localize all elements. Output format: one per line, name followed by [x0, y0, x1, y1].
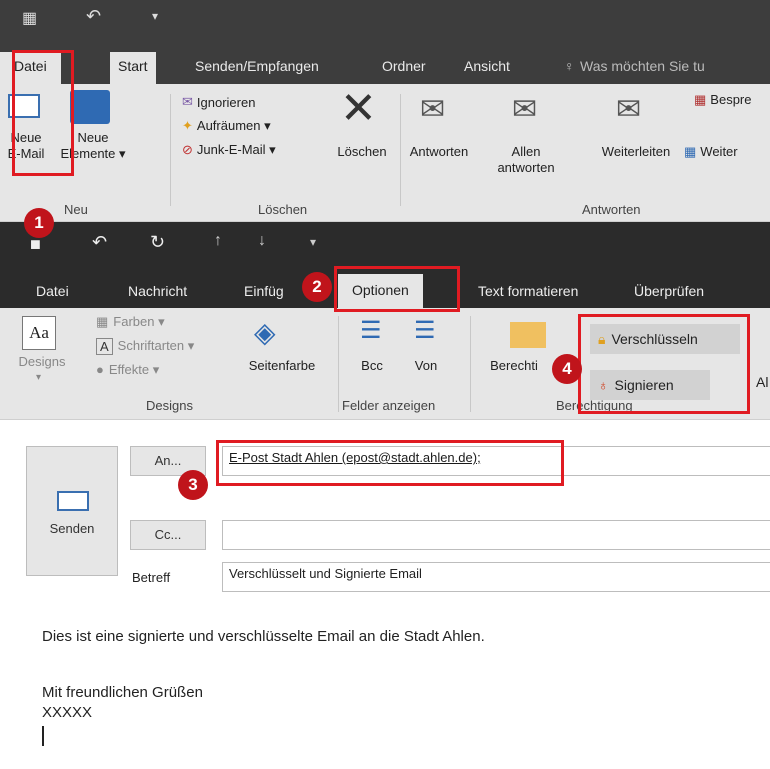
more-label: Weiter	[700, 144, 738, 159]
redo-icon[interactable]: ↻	[150, 232, 165, 253]
undo-icon[interactable]: ↶	[86, 6, 101, 27]
effects-label: Effekte ▾	[108, 362, 160, 377]
ignore-icon: ✉	[182, 94, 193, 109]
junk-button[interactable]: ⊘ Junk-E-Mail ▾	[182, 142, 276, 158]
permission-button[interactable]: Berechti	[478, 358, 550, 374]
more-icon: ▦	[684, 144, 697, 159]
designs-button[interactable]: Designs	[14, 354, 70, 370]
subject-field[interactable]: Verschlüsselt und Signierte Email	[222, 562, 770, 592]
highlight-optionen	[334, 266, 460, 312]
qat-dropdown-icon[interactable]: ▾	[310, 235, 316, 249]
reply-all-label-2: antworten	[497, 160, 555, 175]
tab-start[interactable]: Start	[110, 52, 156, 84]
from-icon[interactable]: ☰	[414, 316, 436, 345]
undo-icon[interactable]: ↶	[92, 232, 107, 253]
meeting-label: Bespre	[710, 92, 752, 107]
cc-button[interactable]: Cc...	[130, 520, 206, 550]
body-line-1[interactable]: Dies ist eine signierte und verschlüssel…	[42, 628, 485, 645]
highlight-to-field	[216, 440, 564, 486]
divider	[470, 316, 471, 412]
body-line-4[interactable]: XXXXX	[42, 704, 92, 721]
subject-label: Betreff	[132, 570, 171, 585]
highlight-new-mail	[12, 50, 74, 176]
send-button[interactable]: Senden	[26, 446, 118, 576]
junk-label: Junk-E-Mail ▾	[196, 142, 276, 157]
outer-ribbon: Neue E-Mail Neue Elemente ▾ ✉ Ignorieren…	[0, 84, 770, 222]
colors-icon: ▦	[96, 314, 109, 329]
send-icon	[57, 491, 89, 511]
highlight-security	[578, 314, 750, 414]
colors-button[interactable]: ▦ Farben ▾	[96, 314, 165, 330]
qat-dropdown-icon[interactable]: ▾	[152, 9, 158, 23]
ignore-label: Ignorieren	[196, 94, 256, 110]
cc-field[interactable]	[222, 520, 770, 550]
delete-icon[interactable]: ✕	[340, 86, 377, 132]
bcc-button[interactable]: Bcc	[350, 358, 394, 374]
callout-2: 2	[302, 272, 332, 302]
colors-label: Farben ▾	[113, 314, 165, 329]
tab-text-formatieren[interactable]: Text formatieren	[478, 283, 578, 299]
callout-1: 1	[24, 208, 54, 238]
text-cursor	[42, 726, 44, 746]
send-label: Senden	[49, 521, 95, 536]
ignore-button[interactable]: ✉ Ignorieren	[182, 94, 255, 110]
cleanup-button[interactable]: ✦ Aufräumen ▾	[182, 118, 271, 134]
page-color-icon[interactable]: ◈	[254, 316, 276, 349]
tab-ueberpruefen[interactable]: Überprüfen	[634, 283, 704, 299]
callout-4: 4	[552, 354, 582, 384]
meeting-button[interactable]: ▦ Bespre	[694, 92, 752, 108]
reply-button[interactable]: Antworten	[400, 144, 478, 160]
forward-button[interactable]: Weiterleiten	[590, 144, 682, 160]
group-label-neu: Neu	[64, 202, 88, 217]
lightbulb-icon: ♀	[564, 58, 575, 74]
up-arrow-icon[interactable]: ↑	[214, 232, 222, 250]
tab-einfuegen[interactable]: Einfüg	[244, 283, 284, 299]
new-items-icon[interactable]	[70, 90, 110, 124]
body-line-3[interactable]: Mit freundlichen Grüßen	[42, 684, 203, 701]
more-button[interactable]: ▦ Weiter	[684, 144, 738, 160]
tell-me-search[interactable]: Was möchten Sie tu	[580, 58, 705, 74]
meeting-icon: ▦	[694, 92, 707, 107]
junk-icon: ⊘	[182, 142, 193, 157]
reply-all-icon[interactable]: ✉	[512, 92, 537, 127]
designs-dropdown-icon[interactable]: ▾	[36, 372, 41, 383]
tab-ansicht[interactable]: Ansicht	[464, 58, 510, 74]
tab-ordner[interactable]: Ordner	[382, 58, 426, 74]
group-label-antworten: Antworten	[582, 202, 641, 217]
tab-senden-empfangen[interactable]: Senden/Empfangen	[195, 58, 319, 74]
cleanup-icon: ✦	[182, 118, 193, 133]
delete-button[interactable]: Löschen	[326, 144, 398, 160]
tab-nachricht[interactable]: Nachricht	[128, 283, 187, 299]
reply-all-button[interactable]: Allen antworten	[494, 144, 558, 176]
down-arrow-icon[interactable]: ↓	[258, 232, 266, 250]
designs-icon[interactable]: Aa	[22, 316, 56, 350]
cleanup-label: Aufräumen ▾	[196, 118, 271, 133]
permission-icon[interactable]	[510, 322, 546, 348]
compose-title-bar: ■ ↶ ↻ ↑ ↓ ▾	[0, 222, 770, 264]
callout-3: 3	[178, 470, 208, 500]
outer-title-bar: ▦ ↶ ▾	[0, 0, 770, 38]
reply-icon[interactable]: ✉	[420, 92, 445, 127]
group-label-felder: Felder anzeigen	[342, 398, 436, 413]
page-color-button[interactable]: Seitenfarbe	[232, 358, 332, 374]
divider	[170, 94, 171, 206]
group-label-loeschen: Löschen	[258, 202, 308, 217]
cut-off-label: Al	[756, 374, 769, 390]
bcc-icon[interactable]: ☰	[360, 316, 382, 345]
effects-icon: ●	[96, 362, 104, 377]
fonts-button[interactable]: A Schriftarten ▾	[96, 338, 194, 355]
from-button[interactable]: Von	[404, 358, 448, 374]
tab-datei-compose[interactable]: Datei	[36, 283, 69, 299]
divider	[338, 316, 339, 412]
group-label-designs: Designs	[146, 398, 193, 413]
fonts-icon: A	[96, 338, 113, 355]
fonts-label: Schriftarten ▾	[117, 338, 195, 353]
reply-all-label-1: Allen	[511, 144, 541, 159]
mailbox-icon[interactable]: ▦	[22, 8, 37, 28]
forward-icon[interactable]: ✉	[616, 92, 641, 127]
effects-button[interactable]: ● Effekte ▾	[96, 362, 159, 378]
